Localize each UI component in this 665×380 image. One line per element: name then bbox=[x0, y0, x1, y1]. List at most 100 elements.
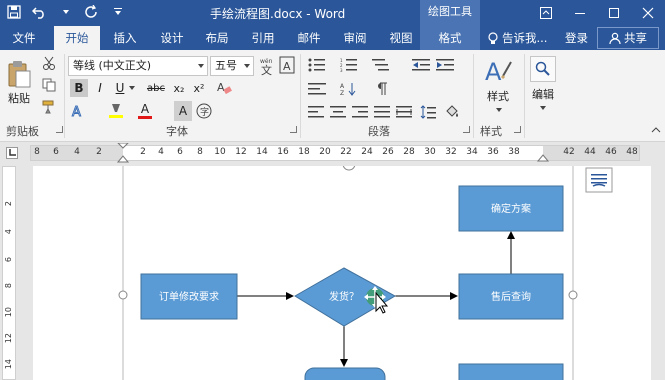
char-shading-button[interactable]: A bbox=[174, 101, 192, 121]
tab-mailings[interactable]: 邮件 bbox=[290, 26, 328, 50]
document-page[interactable]: 订单修改要求 发货？ 售后查询 确定方案 bbox=[33, 166, 651, 380]
strikethrough-button[interactable]: abc bbox=[144, 79, 168, 97]
line-spacing-icon[interactable] bbox=[418, 103, 438, 121]
ruler-tick: 24 bbox=[361, 147, 373, 157]
svg-text:A: A bbox=[72, 105, 81, 119]
svg-text:文: 文 bbox=[261, 63, 272, 76]
ribbon-display-options-icon[interactable] bbox=[529, 0, 563, 26]
font-color-button[interactable]: A bbox=[136, 101, 154, 121]
share-label: 共享 bbox=[624, 31, 647, 45]
tab-references[interactable]: 引用 bbox=[244, 26, 282, 50]
clipboard-launcher-icon[interactable] bbox=[56, 126, 63, 133]
copy-icon[interactable] bbox=[40, 76, 58, 94]
svg-text:A: A bbox=[340, 83, 345, 90]
numbering-icon[interactable]: 123 bbox=[338, 56, 360, 74]
minimize-icon[interactable] bbox=[563, 0, 597, 26]
format-painter-icon[interactable] bbox=[40, 98, 58, 116]
chinese-layout-icon[interactable] bbox=[306, 80, 328, 98]
ruler-tick: 28 bbox=[403, 147, 415, 157]
flowchart-canvas[interactable]: 订单修改要求 发货？ 售后查询 确定方案 bbox=[33, 166, 651, 380]
underline-dropdown-icon[interactable] bbox=[128, 79, 136, 97]
horizontal-ruler[interactable]: 8 6 4 2 2 4 6 8 10 12 14 16 18 20 22 24 … bbox=[30, 143, 640, 163]
share-button[interactable]: 共享 bbox=[597, 27, 659, 49]
undo-dropdown-icon[interactable] bbox=[58, 3, 74, 21]
tab-review[interactable]: 审阅 bbox=[336, 26, 374, 50]
multilevel-list-icon[interactable] bbox=[370, 56, 392, 74]
clear-format-icon[interactable]: A bbox=[214, 79, 234, 97]
shading-icon[interactable] bbox=[442, 103, 462, 121]
font-launcher-icon[interactable] bbox=[290, 126, 297, 133]
canvas-resize-handle[interactable] bbox=[568, 290, 578, 300]
font-color-letter: A bbox=[140, 102, 150, 116]
styles-button[interactable]: 样式 bbox=[480, 88, 516, 104]
enclose-characters-icon[interactable]: 字 bbox=[194, 101, 214, 121]
customize-qat-icon[interactable] bbox=[110, 3, 126, 21]
redo-icon[interactable] bbox=[84, 3, 100, 21]
subscript-button[interactable]: x₂ bbox=[170, 79, 188, 97]
highlight-color-icon[interactable] bbox=[106, 101, 126, 121]
paste-icon[interactable] bbox=[4, 56, 34, 92]
canvas-resize-handle[interactable] bbox=[342, 166, 356, 171]
sort-icon[interactable]: AZ bbox=[338, 80, 360, 98]
close-icon[interactable] bbox=[631, 0, 665, 26]
ruler-tick: 2 bbox=[96, 147, 102, 157]
bullets-icon[interactable] bbox=[306, 56, 328, 74]
group-label-styles: 样式 bbox=[480, 125, 502, 138]
increase-indent-icon[interactable] bbox=[434, 56, 456, 74]
tab-insert[interactable]: 插入 bbox=[106, 26, 144, 50]
vertical-scrollbar[interactable] bbox=[651, 166, 665, 380]
indent-marker-icon[interactable] bbox=[117, 143, 129, 163]
distributed-icon[interactable] bbox=[394, 103, 414, 121]
save-icon[interactable] bbox=[6, 3, 22, 21]
decrease-indent-icon[interactable] bbox=[410, 56, 432, 74]
tab-home[interactable]: 开始 bbox=[54, 26, 100, 50]
tab-view[interactable]: 视图 bbox=[382, 26, 420, 50]
styles-dropdown-icon[interactable] bbox=[494, 106, 504, 114]
vertical-ruler[interactable]: 2 4 6 8 10 12 14 bbox=[2, 166, 16, 380]
tab-format[interactable]: 格式 bbox=[420, 26, 480, 50]
font-size-combo[interactable]: 五号 bbox=[210, 56, 254, 76]
ruler-tick: 20 bbox=[319, 147, 331, 157]
canvas-resize-handle[interactable] bbox=[118, 290, 128, 300]
editing-button[interactable]: 编辑 bbox=[526, 86, 560, 102]
right-indent-marker-icon[interactable] bbox=[537, 152, 549, 162]
text-effects-icon[interactable]: A bbox=[68, 101, 88, 121]
phonetic-guide-icon[interactable]: wén 文 bbox=[257, 55, 277, 77]
styles-launcher-icon[interactable] bbox=[514, 126, 521, 133]
find-icon[interactable] bbox=[530, 56, 556, 82]
ruler-tick: 30 bbox=[424, 147, 436, 157]
collapse-ribbon-icon[interactable] bbox=[650, 124, 662, 136]
paragraph-launcher-icon[interactable] bbox=[463, 126, 470, 133]
bold-button[interactable]: B bbox=[70, 79, 88, 97]
italic-button[interactable]: I bbox=[92, 79, 108, 97]
tab-selector-icon[interactable] bbox=[6, 147, 18, 159]
ruler-tick: 6 bbox=[53, 147, 59, 157]
tab-layout[interactable]: 布局 bbox=[198, 26, 236, 50]
layout-options-icon[interactable] bbox=[585, 167, 613, 193]
align-left-icon[interactable] bbox=[306, 103, 326, 121]
ruler-tick: 8 bbox=[34, 147, 40, 157]
editing-dropdown-icon[interactable] bbox=[538, 104, 548, 112]
ruler-tick: 8 bbox=[197, 147, 203, 157]
login-link[interactable]: 登录 bbox=[565, 26, 588, 50]
align-right-icon[interactable] bbox=[350, 103, 370, 121]
show-marks-icon[interactable] bbox=[370, 80, 392, 98]
tell-me-box[interactable]: 告诉我... bbox=[488, 26, 547, 50]
quick-access-toolbar bbox=[6, 3, 126, 21]
font-name-combo[interactable]: 等线 (中文正文) bbox=[68, 56, 208, 76]
group-separator bbox=[64, 54, 65, 138]
tab-design[interactable]: 设计 bbox=[153, 26, 191, 50]
undo-icon[interactable] bbox=[32, 3, 48, 21]
maximize-icon[interactable] bbox=[597, 0, 631, 26]
styles-gallery-icon[interactable]: A bbox=[482, 56, 514, 86]
underline-button[interactable]: U bbox=[112, 79, 128, 97]
cut-icon[interactable] bbox=[40, 54, 58, 72]
paste-button[interactable]: 粘贴 bbox=[2, 90, 36, 106]
char-border-icon[interactable]: A bbox=[278, 55, 296, 75]
process-box-bottom-right[interactable] bbox=[458, 363, 564, 380]
tab-file[interactable]: 文件 bbox=[4, 26, 44, 50]
align-center-icon[interactable] bbox=[328, 103, 348, 121]
superscript-button[interactable]: x² bbox=[190, 79, 208, 97]
terminal-shape-bottom[interactable] bbox=[304, 367, 386, 380]
justify-icon[interactable] bbox=[372, 103, 392, 121]
